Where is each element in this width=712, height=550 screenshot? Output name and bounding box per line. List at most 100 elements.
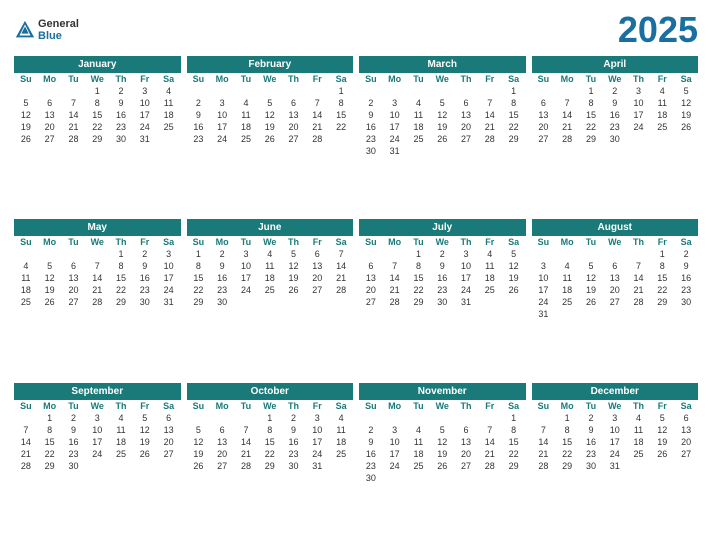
day-cell: 7: [14, 424, 38, 436]
month-header-may: May: [14, 219, 181, 236]
day-header: Tu: [62, 400, 86, 412]
day-cell: 12: [14, 109, 38, 121]
day-cell: 21: [85, 284, 109, 296]
day-cell: 7: [329, 248, 353, 260]
day-cell: 20: [454, 448, 478, 460]
day-cell: 19: [650, 436, 674, 448]
day-cell: 24: [157, 284, 181, 296]
day-cell: 22: [555, 448, 579, 460]
week-row: 17181920212223: [532, 284, 699, 296]
day-cell: 26: [430, 460, 454, 472]
day-cell: 9: [430, 260, 454, 272]
day-cell: 10: [133, 97, 157, 109]
month-header-february: February: [187, 56, 354, 73]
week-row: 12: [532, 248, 699, 260]
day-cell: [454, 85, 478, 97]
week-row: 10111213141516: [532, 272, 699, 284]
day-header: Fr: [305, 73, 329, 85]
day-cell: 17: [627, 109, 651, 121]
day-cell: 4: [478, 248, 502, 260]
day-cell: 11: [258, 260, 282, 272]
day-cell: 2: [187, 97, 211, 109]
month-header-october: October: [187, 383, 354, 400]
day-cell: [383, 472, 407, 484]
day-cell: 28: [62, 133, 86, 145]
day-cell: 4: [14, 260, 38, 272]
day-cell: 14: [329, 260, 353, 272]
day-header: We: [430, 400, 454, 412]
day-cell: 12: [674, 97, 698, 109]
day-cell: 29: [579, 133, 603, 145]
month-header-april: April: [532, 56, 699, 73]
day-cell: 22: [38, 448, 62, 460]
day-cell: 19: [430, 121, 454, 133]
day-cell: 3: [210, 97, 234, 109]
day-cell: 10: [627, 97, 651, 109]
day-cell: 2: [62, 412, 86, 424]
day-header: Mo: [383, 73, 407, 85]
day-cell: [478, 296, 502, 308]
day-cell: 7: [555, 97, 579, 109]
day-header: Sa: [157, 236, 181, 248]
day-cell: 6: [305, 248, 329, 260]
day-cell: 12: [187, 436, 211, 448]
day-cell: 25: [329, 448, 353, 460]
week-row: 24252627282930: [532, 296, 699, 308]
day-header: Mo: [210, 236, 234, 248]
week-row: 16171819202122: [187, 121, 354, 133]
day-cell: 25: [407, 133, 431, 145]
day-cell: 9: [579, 424, 603, 436]
day-cell: 14: [14, 436, 38, 448]
day-header: Th: [454, 400, 478, 412]
day-cell: 23: [674, 284, 698, 296]
day-cell: 11: [329, 424, 353, 436]
day-header: We: [258, 73, 282, 85]
day-cell: [650, 308, 674, 320]
day-cell: 8: [579, 97, 603, 109]
day-cell: 17: [383, 121, 407, 133]
day-header: Tu: [407, 236, 431, 248]
month-table-november: SuMoTuWeThFrSa12345678910111213141516171…: [359, 400, 526, 484]
day-cell: 18: [14, 284, 38, 296]
week-row: 891011121314: [187, 260, 354, 272]
day-cell: 15: [109, 272, 133, 284]
week-row: 16171819202122: [359, 121, 526, 133]
day-cell: 28: [555, 133, 579, 145]
month-table-january: SuMoTuWeThFrSa12345678910111213141516171…: [14, 73, 181, 145]
day-cell: 2: [674, 248, 698, 260]
month-header-december: December: [532, 383, 699, 400]
day-cell: 29: [85, 133, 109, 145]
day-header: Mo: [38, 236, 62, 248]
week-row: 16171819202122: [359, 448, 526, 460]
day-cell: 11: [157, 97, 181, 109]
calendars-grid: January SuMoTuWeThFrSa1234567891011121314…: [14, 56, 698, 540]
day-cell: 4: [109, 412, 133, 424]
day-cell: [478, 145, 502, 157]
day-header: We: [85, 73, 109, 85]
day-cell: 23: [62, 448, 86, 460]
day-cell: 28: [532, 460, 556, 472]
day-cell: 6: [282, 97, 306, 109]
day-cell: 19: [38, 284, 62, 296]
day-cell: [14, 85, 38, 97]
day-cell: [532, 412, 556, 424]
day-cell: 6: [62, 260, 86, 272]
day-cell: 27: [603, 296, 627, 308]
day-cell: 26: [502, 284, 526, 296]
day-cell: 4: [650, 85, 674, 97]
day-cell: 6: [454, 97, 478, 109]
day-cell: [650, 133, 674, 145]
day-cell: 15: [555, 436, 579, 448]
day-cell: 9: [187, 109, 211, 121]
month-table-march: SuMoTuWeThFrSa12345678910111213141516171…: [359, 73, 526, 157]
day-cell: 3: [157, 248, 181, 260]
day-cell: 9: [62, 424, 86, 436]
day-cell: 28: [329, 284, 353, 296]
day-cell: [157, 133, 181, 145]
day-cell: 21: [383, 284, 407, 296]
day-header: We: [603, 236, 627, 248]
month-header-january: January: [14, 56, 181, 73]
day-cell: 3: [383, 97, 407, 109]
day-cell: 20: [62, 284, 86, 296]
day-cell: 14: [478, 436, 502, 448]
